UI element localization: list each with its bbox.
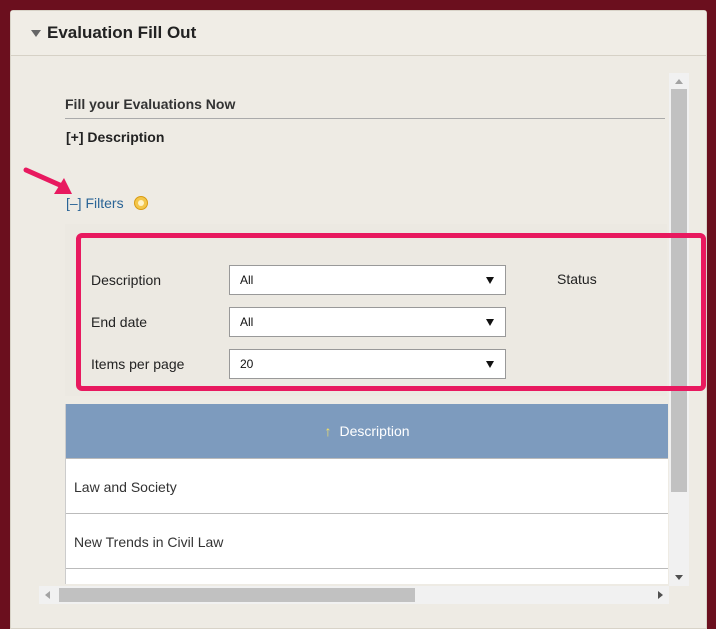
filters-toggle-label[interactable]: [–] Filters	[66, 195, 124, 211]
row-description[interactable]: New Trends in Civil Law	[74, 534, 223, 550]
horizontal-scrollbar[interactable]	[39, 586, 669, 604]
row-description[interactable]: Law and Society	[74, 479, 177, 495]
evaluations-table: ↑ Description Law and Society New Trends…	[65, 404, 668, 584]
chevron-down-icon	[486, 319, 494, 326]
end-date-filter-label: End date	[91, 314, 148, 330]
table-row[interactable]: Law and Society	[66, 458, 668, 514]
sort-ascending-icon: ↑	[324, 423, 332, 439]
description-select[interactable]: All	[229, 265, 506, 295]
scroll-left-arrow-icon[interactable]	[45, 591, 50, 599]
collapse-triangle-icon[interactable]	[31, 29, 41, 37]
gear-icon[interactable]	[133, 196, 148, 210]
description-select-value: All	[240, 273, 254, 287]
scroll-right-arrow-icon[interactable]	[658, 591, 663, 599]
end-date-select[interactable]: All	[229, 307, 506, 337]
vertical-scrollbar[interactable]	[669, 73, 689, 586]
chevron-down-icon	[486, 277, 494, 284]
panel-title: Evaluation Fill Out	[47, 23, 197, 42]
section-title: Fill your Evaluations Now	[65, 96, 665, 119]
chevron-down-icon	[486, 361, 494, 368]
status-filter-label: Status	[557, 271, 597, 287]
filters-area: Description All End date All Items per p…	[65, 224, 667, 396]
filters-toggle-link[interactable]: [–] Filters	[66, 195, 148, 211]
table-row[interactable]	[66, 568, 668, 584]
table-header-description[interactable]: ↑ Description	[66, 404, 668, 458]
vertical-scroll-thumb[interactable]	[671, 89, 687, 492]
evaluation-panel: Evaluation Fill Out Fill your Evaluation…	[10, 10, 707, 629]
description-toggle[interactable]: [+] Description	[66, 129, 164, 145]
column-header-label[interactable]: Description	[339, 423, 409, 439]
table-row[interactable]: New Trends in Civil Law	[66, 513, 668, 569]
items-per-page-select[interactable]: 20	[229, 349, 506, 379]
description-filter-label: Description	[91, 272, 162, 288]
items-per-page-value: 20	[240, 357, 254, 371]
items-per-page-label: Items per page	[91, 356, 185, 372]
scroll-up-arrow-icon[interactable]	[675, 79, 683, 84]
scroll-down-arrow-icon[interactable]	[675, 575, 683, 580]
end-date-select-value: All	[240, 315, 254, 329]
panel-header[interactable]: Evaluation Fill Out	[11, 11, 706, 56]
panel-content: Fill your Evaluations Now [+] Descriptio…	[11, 56, 706, 628]
horizontal-scroll-thumb[interactable]	[59, 588, 415, 602]
